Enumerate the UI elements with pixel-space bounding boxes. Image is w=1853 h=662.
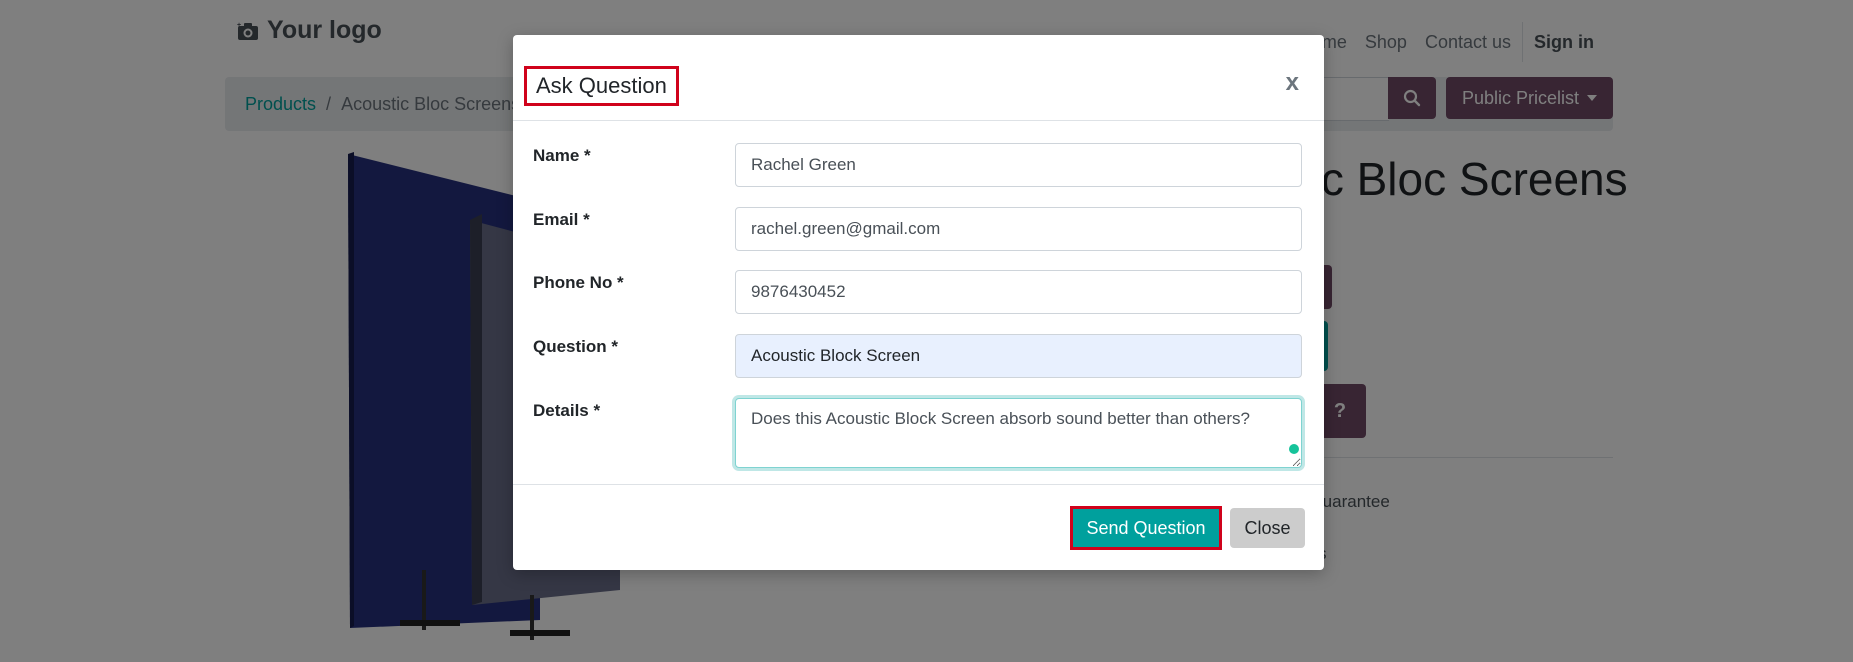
modal-footer: Send Question Close: [513, 484, 1324, 571]
question-field[interactable]: [735, 334, 1302, 378]
send-question-button[interactable]: Send Question: [1070, 506, 1222, 550]
email-row: Email *: [533, 201, 1304, 251]
close-icon[interactable]: x: [1286, 69, 1299, 97]
close-button[interactable]: Close: [1230, 508, 1305, 548]
name-field[interactable]: [735, 143, 1302, 187]
name-row: Name *: [533, 137, 1304, 187]
question-row: Question *: [533, 328, 1304, 378]
name-label: Name *: [533, 146, 591, 165]
phone-label: Phone No *: [533, 273, 624, 292]
ask-question-modal: Ask Question x Name * Email * Phone No *…: [513, 35, 1324, 570]
details-row: Details *: [533, 392, 1304, 468]
details-label: Details *: [533, 401, 601, 420]
grammar-checker-icon[interactable]: [1289, 444, 1299, 454]
email-label: Email *: [533, 210, 590, 229]
modal-header: Ask Question x: [513, 35, 1324, 121]
phone-field[interactable]: [735, 270, 1302, 314]
modal-title: Ask Question: [524, 66, 679, 106]
details-textarea[interactable]: [735, 398, 1302, 468]
phone-row: Phone No *: [533, 264, 1304, 314]
email-field[interactable]: [735, 207, 1302, 251]
question-label: Question *: [533, 337, 619, 356]
